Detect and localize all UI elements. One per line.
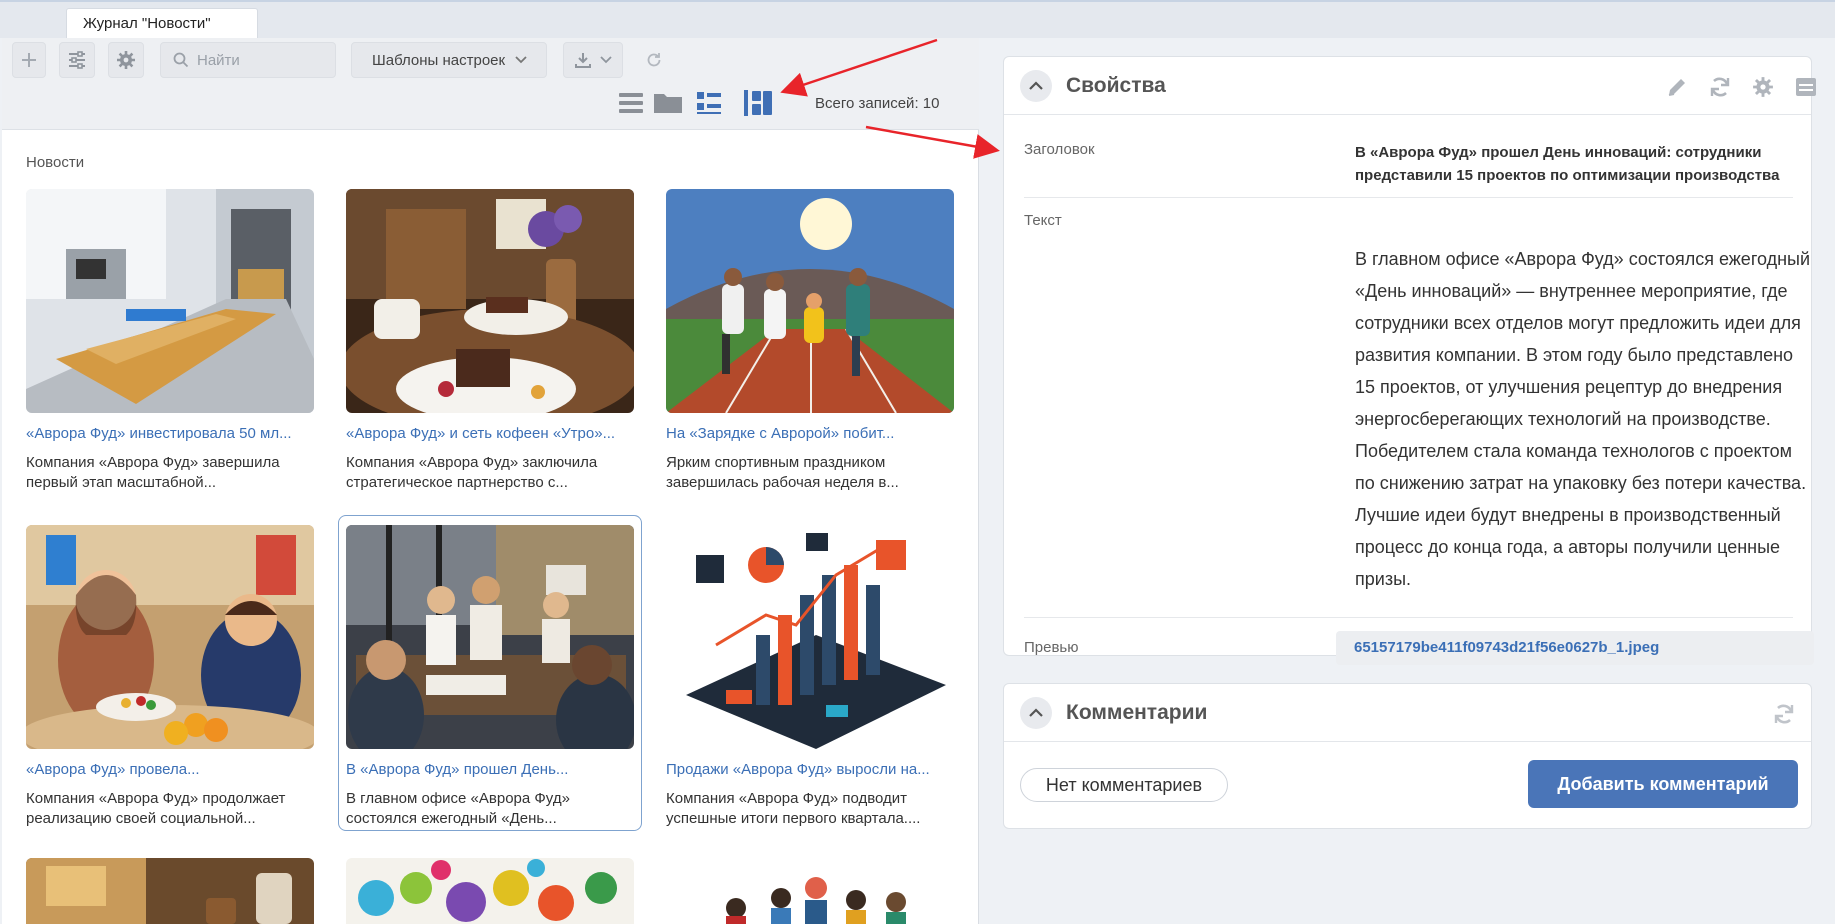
news-card-image <box>26 858 314 924</box>
add-comment-button[interactable]: Добавить комментарий <box>1528 760 1798 808</box>
news-card-title[interactable]: «Аврора Фуд» инвестировала 50 мл... <box>26 425 314 442</box>
total-records-count: Всего записей: 10 <box>815 95 940 112</box>
collapse-button[interactable] <box>1020 697 1052 729</box>
card-view-button[interactable] <box>743 88 773 118</box>
right-pane: Свойства Заголовок В «Аврора Фуд» прошел… <box>981 38 1835 924</box>
left-pane: Шаблоны настроек Всего записей: 10 Новос… <box>2 38 979 924</box>
news-card-title[interactable]: На «Зарядке с Авророй» побит... <box>666 425 954 442</box>
comments-panel: Комментарии Нет комментариев Добавить ко… <box>1003 683 1812 829</box>
news-card-image <box>26 189 314 413</box>
news-card-title[interactable]: «Аврора Фуд» провела... <box>26 761 314 778</box>
news-card[interactable]: Продажи «Аврора Фуд» выросли на... Компа… <box>666 525 954 845</box>
news-card-image <box>346 525 634 749</box>
news-card-image <box>346 858 634 924</box>
tab-bar: Журнал "Новости" <box>0 0 1835 40</box>
news-card-image <box>666 858 954 924</box>
news-card-description: Компания «Аврора Фуд» продолжает реализа… <box>26 790 286 827</box>
refresh-button[interactable] <box>1771 701 1797 727</box>
settings-button[interactable] <box>108 42 144 78</box>
news-card[interactable] <box>346 858 634 924</box>
panel-layout-icon <box>1796 78 1816 96</box>
news-card-description: Ярким спортивным праздником завершилась … <box>666 454 899 491</box>
export-dropdown-button[interactable] <box>563 42 623 78</box>
search-input[interactable] <box>197 51 327 69</box>
tile-list-view-icon <box>697 92 721 114</box>
refresh-button[interactable] <box>1707 74 1733 100</box>
comments-panel-header: Комментарии <box>1004 684 1811 742</box>
panel-title: Комментарии <box>1066 701 1208 724</box>
layout-button[interactable] <box>1793 74 1819 100</box>
heading-label: Заголовок <box>1024 141 1095 158</box>
refresh-icon <box>1710 77 1730 97</box>
news-card-selected[interactable]: В «Аврора Фуд» прошел День... В главном … <box>338 515 642 831</box>
refresh-icon <box>1774 704 1794 724</box>
settings-templates-dropdown[interactable]: Шаблоны настроек <box>351 42 547 78</box>
toolbar: Шаблоны настроек Всего записей: 10 <box>2 38 979 130</box>
folder-view-button[interactable] <box>653 88 683 118</box>
news-card[interactable] <box>666 858 954 924</box>
gear-icon <box>1753 77 1773 97</box>
news-card-description: В главном офисе «Аврора Фуд» состоялся е… <box>346 790 570 827</box>
gear-icon <box>117 51 135 69</box>
preview-file-link[interactable]: 65157179be411f09743d21f56e0627b_1.jpeg <box>1336 631 1814 665</box>
news-card[interactable]: «Аврора Фуд» провела... Компания «Аврора… <box>26 525 314 845</box>
news-card[interactable] <box>26 858 314 924</box>
news-card[interactable]: На «Зарядке с Авророй» побит... Ярким сп… <box>666 189 954 509</box>
news-card-description: Компания «Аврора Фуд» заключила стратеги… <box>346 454 598 491</box>
panel-title: Свойства <box>1066 74 1166 97</box>
settings-button[interactable] <box>1750 74 1776 100</box>
text-label: Текст <box>1024 212 1062 229</box>
download-icon <box>575 53 591 68</box>
add-button[interactable] <box>12 42 46 78</box>
card-view-icon <box>744 90 772 116</box>
filter-sliders-icon <box>69 51 85 69</box>
news-card-image <box>26 525 314 749</box>
news-card-image <box>666 525 954 749</box>
refresh-icon <box>647 53 661 67</box>
section-label: Новости <box>26 154 85 171</box>
news-card-title[interactable]: Продажи «Аврора Фуд» выросли на... <box>666 761 954 778</box>
news-card-title[interactable]: В «Аврора Фуд» прошел День... <box>346 761 634 778</box>
chevron-down-icon <box>600 56 612 64</box>
tab-news-journal[interactable]: Журнал "Новости" <box>66 8 258 40</box>
news-card[interactable]: «Аврора Фуд» инвестировала 50 мл... Комп… <box>26 189 314 509</box>
search-field[interactable] <box>160 42 336 78</box>
divider <box>1024 617 1793 618</box>
chevron-up-icon <box>1029 708 1043 717</box>
plus-icon <box>22 53 36 67</box>
tile-list-view-button[interactable] <box>694 88 724 118</box>
folder-view-icon <box>654 94 682 113</box>
divider <box>1024 197 1793 198</box>
news-card-image <box>666 189 954 413</box>
edit-button[interactable] <box>1664 74 1690 100</box>
news-card-description: Компания «Аврора Фуд» подводит успешные … <box>666 790 921 827</box>
list-view-icon <box>619 93 643 113</box>
news-card[interactable]: «Аврора Фуд» и сеть кофеен «Утро»... Ком… <box>346 189 634 509</box>
collapse-button[interactable] <box>1020 70 1052 102</box>
edit-pencil-icon <box>1668 79 1685 96</box>
news-card-title[interactable]: «Аврора Фуд» и сеть кофеен «Утро»... <box>346 425 634 442</box>
list-view-button[interactable] <box>616 88 646 118</box>
chevron-up-icon <box>1029 81 1043 90</box>
search-icon <box>173 52 189 68</box>
heading-value: В «Аврора Фуд» прошел День инноваций: со… <box>1355 144 1780 184</box>
preview-label: Превью <box>1024 639 1079 656</box>
news-card-image <box>346 189 634 413</box>
properties-panel-header: Свойства <box>1004 57 1816 115</box>
properties-panel: Свойства Заголовок В «Аврора Фуд» прошел… <box>1003 56 1816 665</box>
settings-templates-label: Шаблоны настроек <box>372 51 506 69</box>
chevron-down-icon <box>515 56 527 64</box>
text-value: В главном офисе «Аврора Фуд» состоялся е… <box>1355 249 1811 589</box>
no-comments-badge: Нет комментариев <box>1020 768 1228 802</box>
filter-settings-button[interactable] <box>59 42 95 78</box>
refresh-button[interactable] <box>638 42 670 78</box>
news-card-description: Компания «Аврора Фуд» завершила первый э… <box>26 454 280 491</box>
